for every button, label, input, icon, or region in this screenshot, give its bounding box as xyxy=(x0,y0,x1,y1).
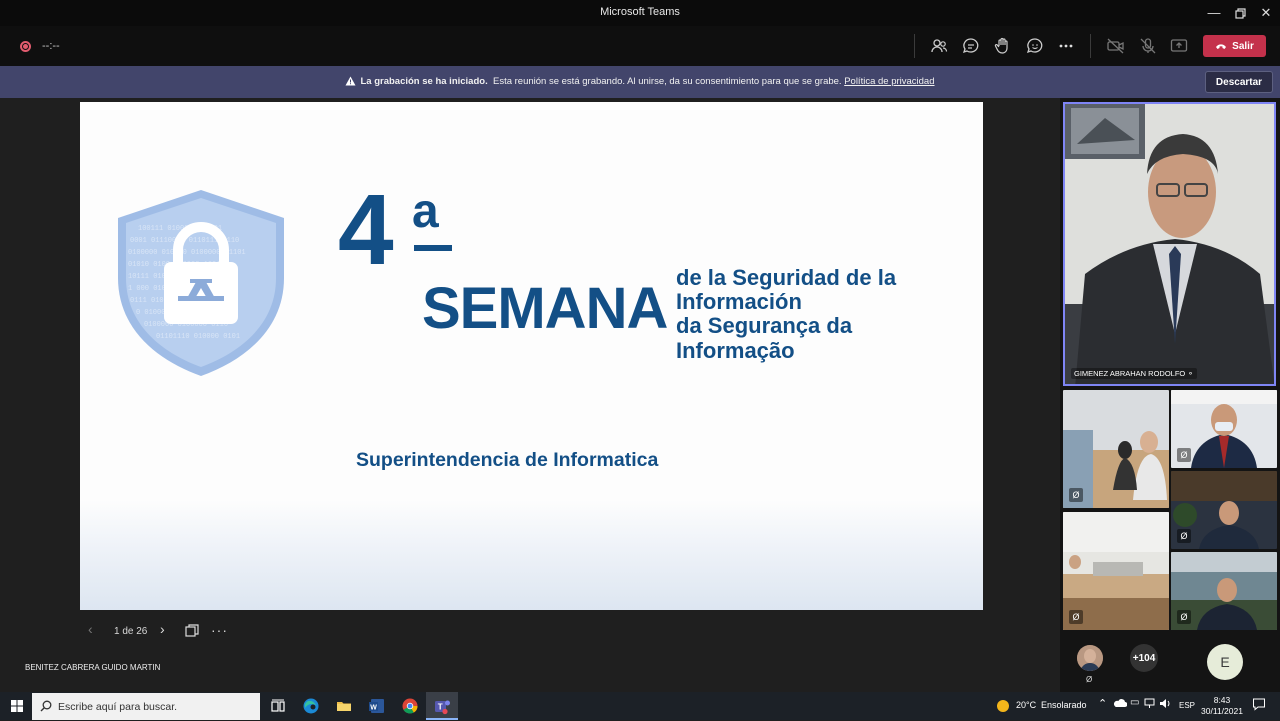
main-participant-name: GIMENEZ ABRAHAN RODOLFO ⚬ xyxy=(1071,368,1197,379)
weather-sun-icon xyxy=(996,699,1010,715)
toolbar-divider xyxy=(914,34,915,58)
presenter-name: BENITEZ CABRERA GUIDO MARTIN xyxy=(25,663,161,672)
search-icon xyxy=(40,700,52,712)
warning-icon xyxy=(345,76,356,89)
edition-number: 4 xyxy=(338,174,394,286)
semana-title: SEMANA xyxy=(422,276,668,341)
camera-off-icon[interactable] xyxy=(1106,36,1126,56)
mic-muted-icon: Ø xyxy=(1069,488,1083,502)
mic-off-icon[interactable] xyxy=(1138,36,1158,56)
shared-slide: 100111 0100000 01001 0001 01110011 01101… xyxy=(80,102,983,610)
subtitle-line: de la Seguridad de la xyxy=(676,265,897,290)
slide-more-icon[interactable]: ··· xyxy=(211,622,228,638)
department-name: Superintendencia de Informatica xyxy=(356,449,659,471)
meeting-toolbar: --:-- Salir xyxy=(0,26,1280,66)
next-slide-icon[interactable]: › xyxy=(160,621,165,637)
window-title: Microsoft Teams xyxy=(600,6,680,18)
mic-muted-icon: Ø xyxy=(1177,529,1191,543)
edge-browser-icon[interactable] xyxy=(301,696,321,716)
recording-message: La grabación se ha iniciado. Esta reunió… xyxy=(0,76,1280,89)
main-participant-video[interactable]: GIMENEZ ABRAHAN RODOLFO ⚬ xyxy=(1063,102,1276,386)
toolbar-divider xyxy=(1090,34,1091,58)
participant-tile-virtual-bg[interactable]: Ø xyxy=(1171,471,1277,549)
slide-navigation: ‹ 1 de 26 › ··· xyxy=(88,621,248,642)
teams-icon[interactable]: T xyxy=(432,696,452,716)
svg-text:T: T xyxy=(438,703,443,712)
chat-icon[interactable] xyxy=(961,36,981,56)
windows-start-icon[interactable] xyxy=(7,696,27,716)
edition-ordinal: a xyxy=(412,185,439,238)
share-icon[interactable] xyxy=(1169,36,1189,56)
subtitle-line: Información xyxy=(676,289,802,315)
participant-tile-city-bg[interactable]: Ø xyxy=(1171,552,1277,630)
slide-footer-decoration xyxy=(80,500,983,610)
participant-name-text: GIMENEZ ABRAHAN RODOLFO xyxy=(1074,369,1186,378)
mic-muted-icon: Ø xyxy=(1069,610,1083,624)
taskbar-search-input[interactable]: Escribe aquí para buscar. xyxy=(32,693,260,720)
weather-text[interactable]: Ensolarado xyxy=(1041,700,1087,710)
windows-taskbar: Escribe aquí para buscar. W T 20°C Ensol… xyxy=(0,692,1280,720)
mic-muted-icon: Ø xyxy=(1177,610,1191,624)
slide-overview-icon[interactable] xyxy=(185,624,199,641)
word-icon[interactable]: W xyxy=(367,696,387,716)
chrome-icon[interactable] xyxy=(400,696,420,716)
participant-tile-suit[interactable]: Ø xyxy=(1171,390,1277,468)
language-indicator[interactable]: ESP xyxy=(1179,701,1195,710)
clock-time: 8:43 xyxy=(1213,695,1231,705)
title-bar: Microsoft Teams — ✕ xyxy=(0,0,1280,26)
participant-avatar[interactable] xyxy=(1077,645,1103,671)
reactions-icon[interactable] xyxy=(1025,36,1045,56)
task-view-icon[interactable] xyxy=(268,696,288,716)
battery-icon[interactable]: ▭ xyxy=(1130,697,1139,708)
volume-icon[interactable] xyxy=(1159,698,1172,711)
leave-button[interactable]: Salir xyxy=(1203,35,1266,57)
onedrive-icon[interactable] xyxy=(1113,698,1128,710)
raise-hand-icon[interactable] xyxy=(993,36,1013,56)
meeting-timer: --:-- xyxy=(42,40,60,52)
recording-banner: La grabación se ha iniciado. Esta reunió… xyxy=(0,66,1280,98)
ordinal-underline xyxy=(414,245,452,251)
privacy-policy-link[interactable]: Política de privacidad xyxy=(844,76,934,87)
initial-avatar[interactable]: E xyxy=(1207,644,1243,680)
clock-date: 30/11/2021 xyxy=(1201,705,1243,716)
network-icon[interactable] xyxy=(1144,698,1156,711)
notifications-icon[interactable] xyxy=(1252,697,1266,713)
recording-icon xyxy=(20,41,31,52)
svg-text:01101110 010000 0101: 01101110 010000 0101 xyxy=(156,333,240,341)
svg-text:W: W xyxy=(370,705,377,712)
more-options-icon[interactable] xyxy=(1056,36,1076,56)
phone-hangup-icon xyxy=(1216,44,1227,49)
search-placeholder: Escribe aquí para buscar. xyxy=(58,700,178,713)
slide-counter: 1 de 26 xyxy=(114,626,148,637)
people-icon[interactable] xyxy=(929,36,949,56)
system-clock[interactable]: 8:43 30/11/2021 xyxy=(1197,695,1247,716)
restore-icon[interactable] xyxy=(1231,4,1249,22)
dismiss-button[interactable]: Descartar xyxy=(1205,71,1273,93)
mic-muted-icon: ⚬ xyxy=(1187,369,1194,378)
tray-chevron-icon[interactable]: ⌃ xyxy=(1098,697,1107,710)
participant-tile-office[interactable]: Ø xyxy=(1063,512,1169,630)
mic-muted-icon: Ø xyxy=(1177,448,1191,462)
weather-temperature[interactable]: 20°C xyxy=(1016,700,1036,710)
more-participants-button[interactable]: +104 xyxy=(1130,644,1158,672)
subtitle-line: Informação xyxy=(676,337,795,363)
minimize-icon[interactable]: — xyxy=(1205,4,1223,22)
participant-tile-room[interactable]: Ø xyxy=(1063,390,1169,508)
security-shield-icon: 100111 0100000 01001 0001 01110011 01101… xyxy=(118,190,284,376)
file-explorer-icon[interactable] xyxy=(334,696,354,716)
recording-message-bold: La grabación se ha iniciado. xyxy=(360,76,488,87)
slide-subtitle: de la Seguridad de la Información da Seg… xyxy=(676,265,976,363)
participant-video-image xyxy=(1065,104,1274,384)
recording-message-text: Esta reunión se está grabando. Al unirse… xyxy=(493,76,842,87)
previous-slide-icon[interactable]: ‹ xyxy=(88,621,93,637)
mic-muted-icon: Ø xyxy=(1086,675,1093,684)
leave-label: Salir xyxy=(1232,40,1254,52)
subtitle-line: da Segurança da xyxy=(676,313,853,339)
close-icon[interactable]: ✕ xyxy=(1257,4,1275,22)
